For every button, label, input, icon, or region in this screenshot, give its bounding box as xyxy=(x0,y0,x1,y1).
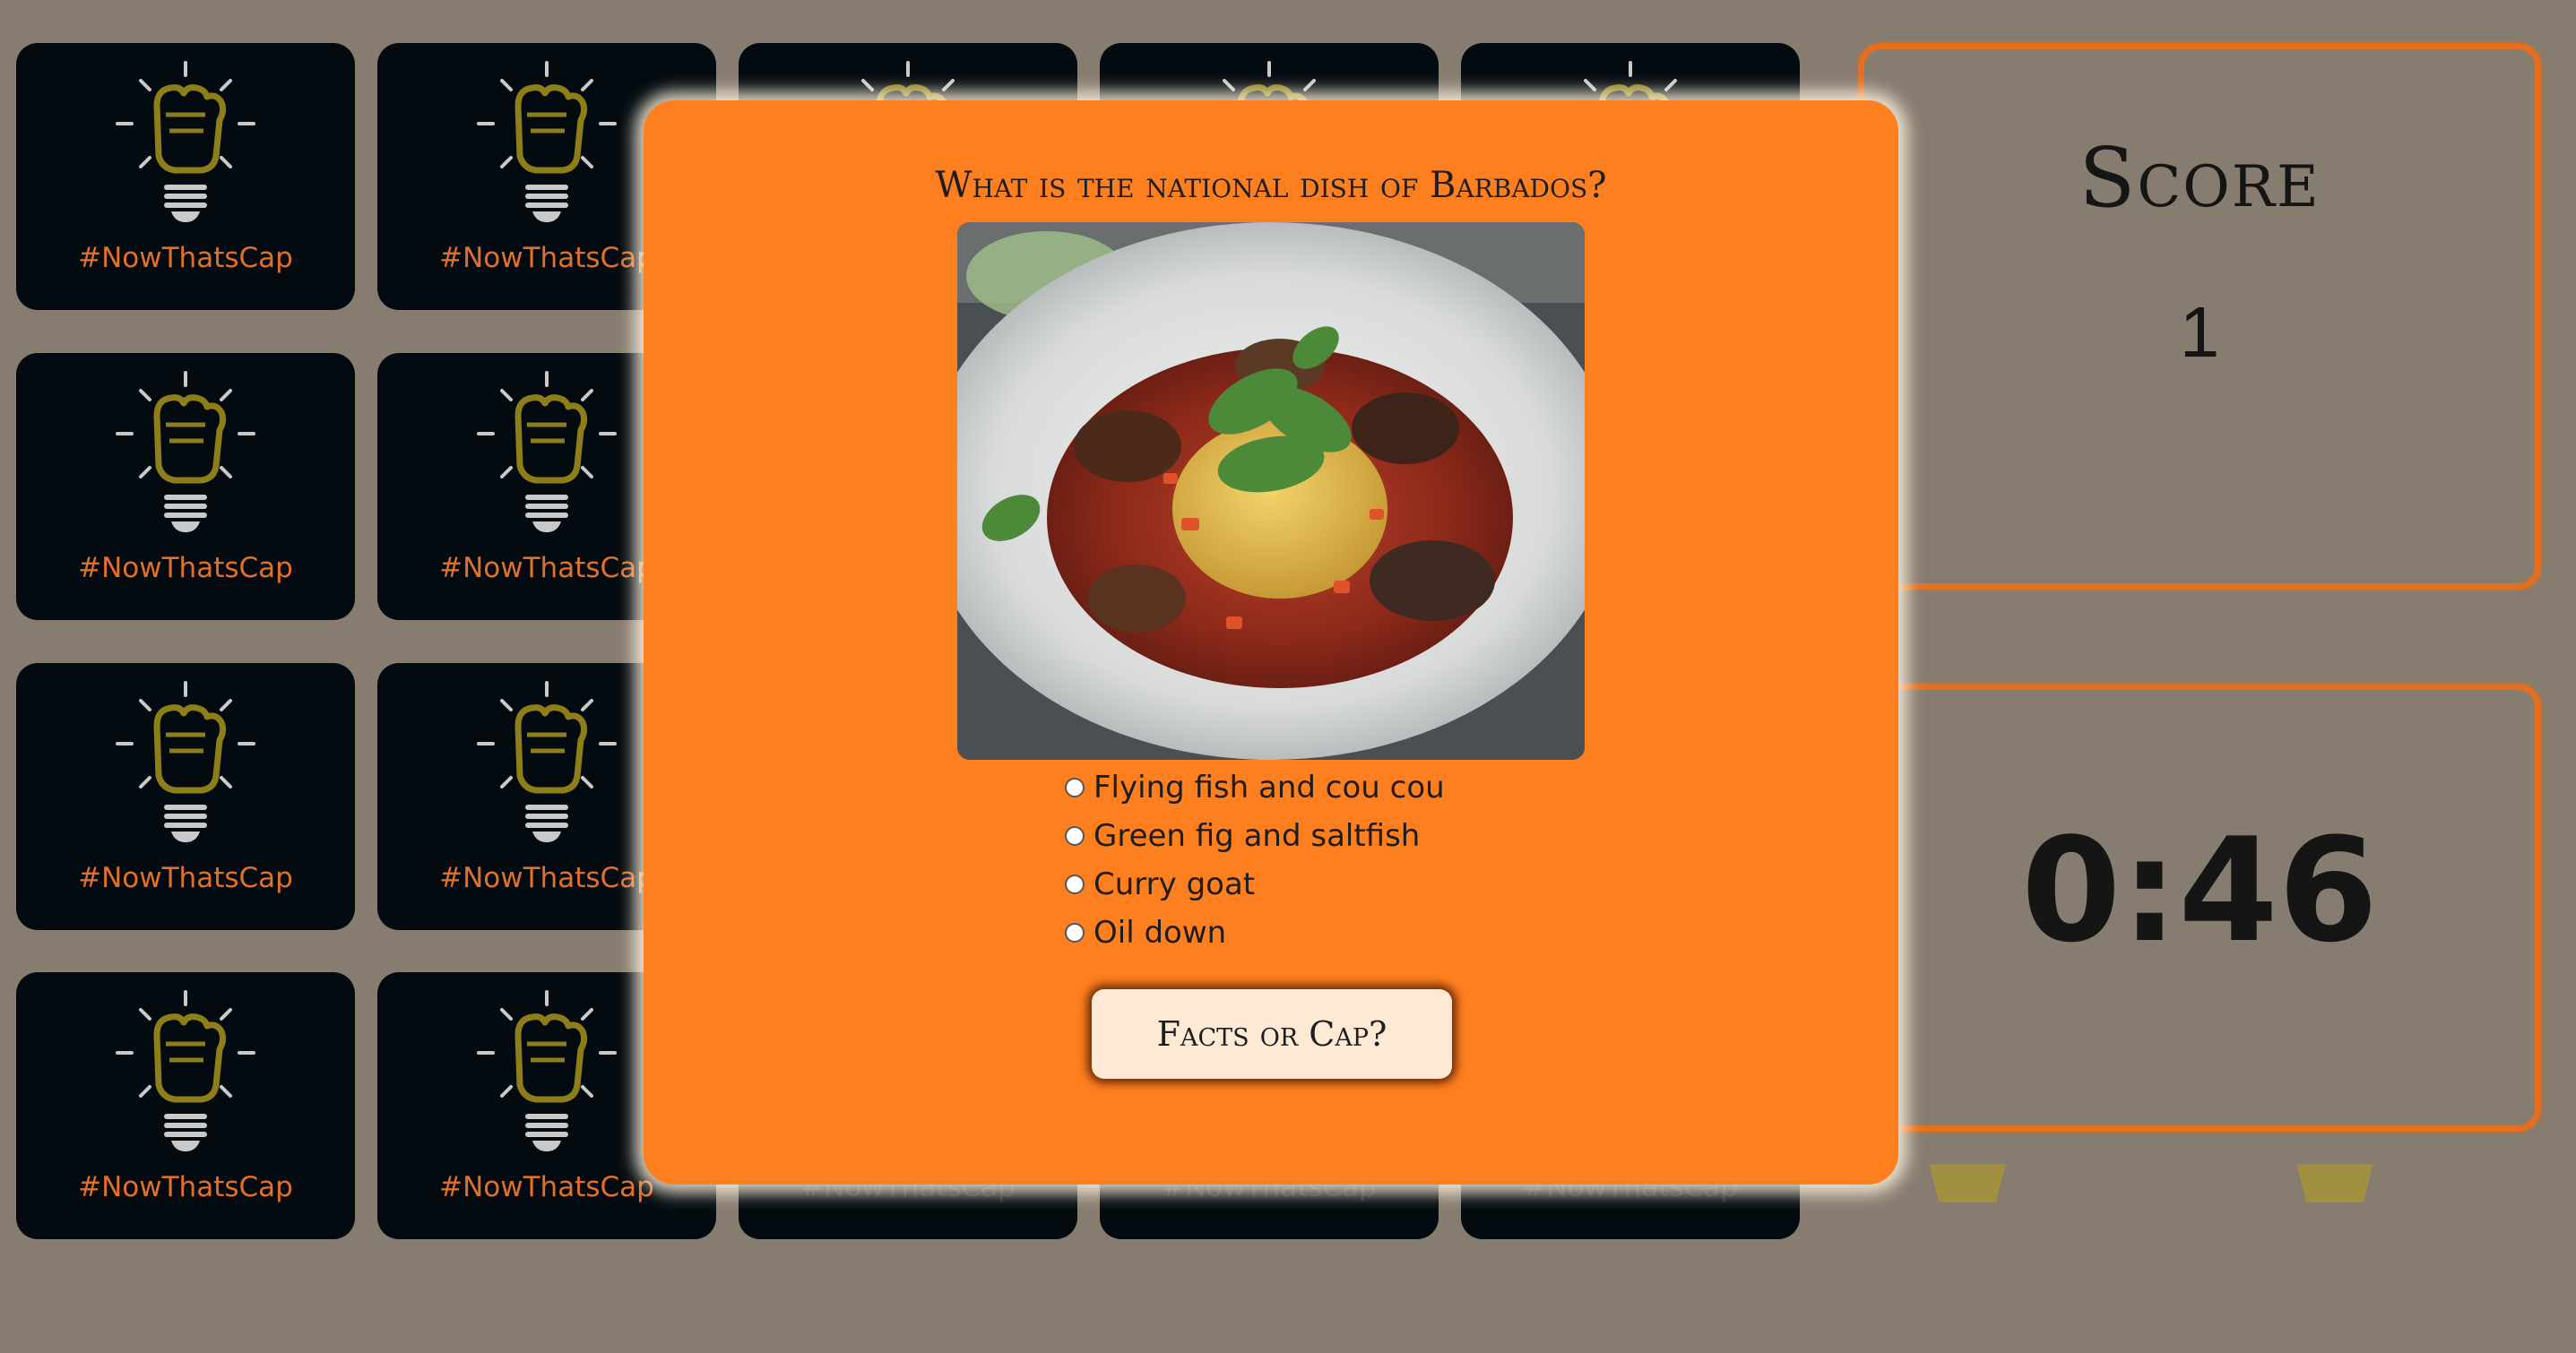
submit-answer-button[interactable]: Facts or Cap? xyxy=(1092,989,1452,1079)
card-hashtag: #NowThatsCap xyxy=(78,862,293,894)
fist-bulb-icon xyxy=(477,681,617,842)
dish-illustration xyxy=(957,222,1585,760)
memory-card[interactable]: #NowThatsCap xyxy=(16,43,355,310)
fist-bulb-icon xyxy=(116,61,255,222)
answer-options: Flying fish and cou cou Green fig and sa… xyxy=(1065,763,1603,957)
timer-value: 0:46 xyxy=(2021,806,2378,974)
fist-bulb-icon xyxy=(477,61,617,222)
option-label: Flying fish and cou cou xyxy=(1094,770,1445,806)
option-4[interactable]: Oil down xyxy=(1065,909,1603,957)
question-modal: What is the national dish of Barbados? F… xyxy=(644,100,1898,1185)
option-1[interactable]: Flying fish and cou cou xyxy=(1065,763,1603,812)
option-label: Oil down xyxy=(1094,915,1227,951)
memory-card[interactable]: #NowThatsCap xyxy=(16,663,355,930)
option-label: Curry goat xyxy=(1094,866,1256,902)
fist-bulb-icon xyxy=(116,990,255,1151)
fist-bulb-icon xyxy=(116,371,255,532)
memory-card[interactable]: #NowThatsCap xyxy=(16,353,355,620)
score-title: Score xyxy=(2079,130,2321,226)
fist-bulb-icon xyxy=(477,990,617,1151)
score-value: 1 xyxy=(2179,292,2220,372)
memory-card[interactable]: #NowThatsCap xyxy=(16,972,355,1239)
option-2[interactable]: Green fig and saltfish xyxy=(1065,812,1603,860)
option-label: Green fig and saltfish xyxy=(1094,818,1421,854)
question-text: What is the national dish of Barbados? xyxy=(935,165,1607,206)
card-hashtag: #NowThatsCap xyxy=(78,242,293,274)
dish-photo xyxy=(957,222,1585,760)
fist-bulb-icon xyxy=(477,371,617,532)
timer-panel: 0:46 xyxy=(1858,684,2541,1132)
fist-bulb-icon xyxy=(116,681,255,842)
radio-button[interactable] xyxy=(1065,875,1085,894)
card-hashtag: #NowThatsCap xyxy=(78,1171,293,1203)
fist-bulb-icon xyxy=(2296,1164,2373,1202)
radio-button[interactable] xyxy=(1065,826,1085,846)
score-panel: Score 1 xyxy=(1858,43,2541,590)
option-3[interactable]: Curry goat xyxy=(1065,860,1603,909)
radio-button[interactable] xyxy=(1065,923,1085,943)
card-hashtag: #NowThatsCap xyxy=(78,552,293,584)
radio-button[interactable] xyxy=(1065,778,1085,797)
fist-bulb-icon xyxy=(1929,1164,2006,1202)
